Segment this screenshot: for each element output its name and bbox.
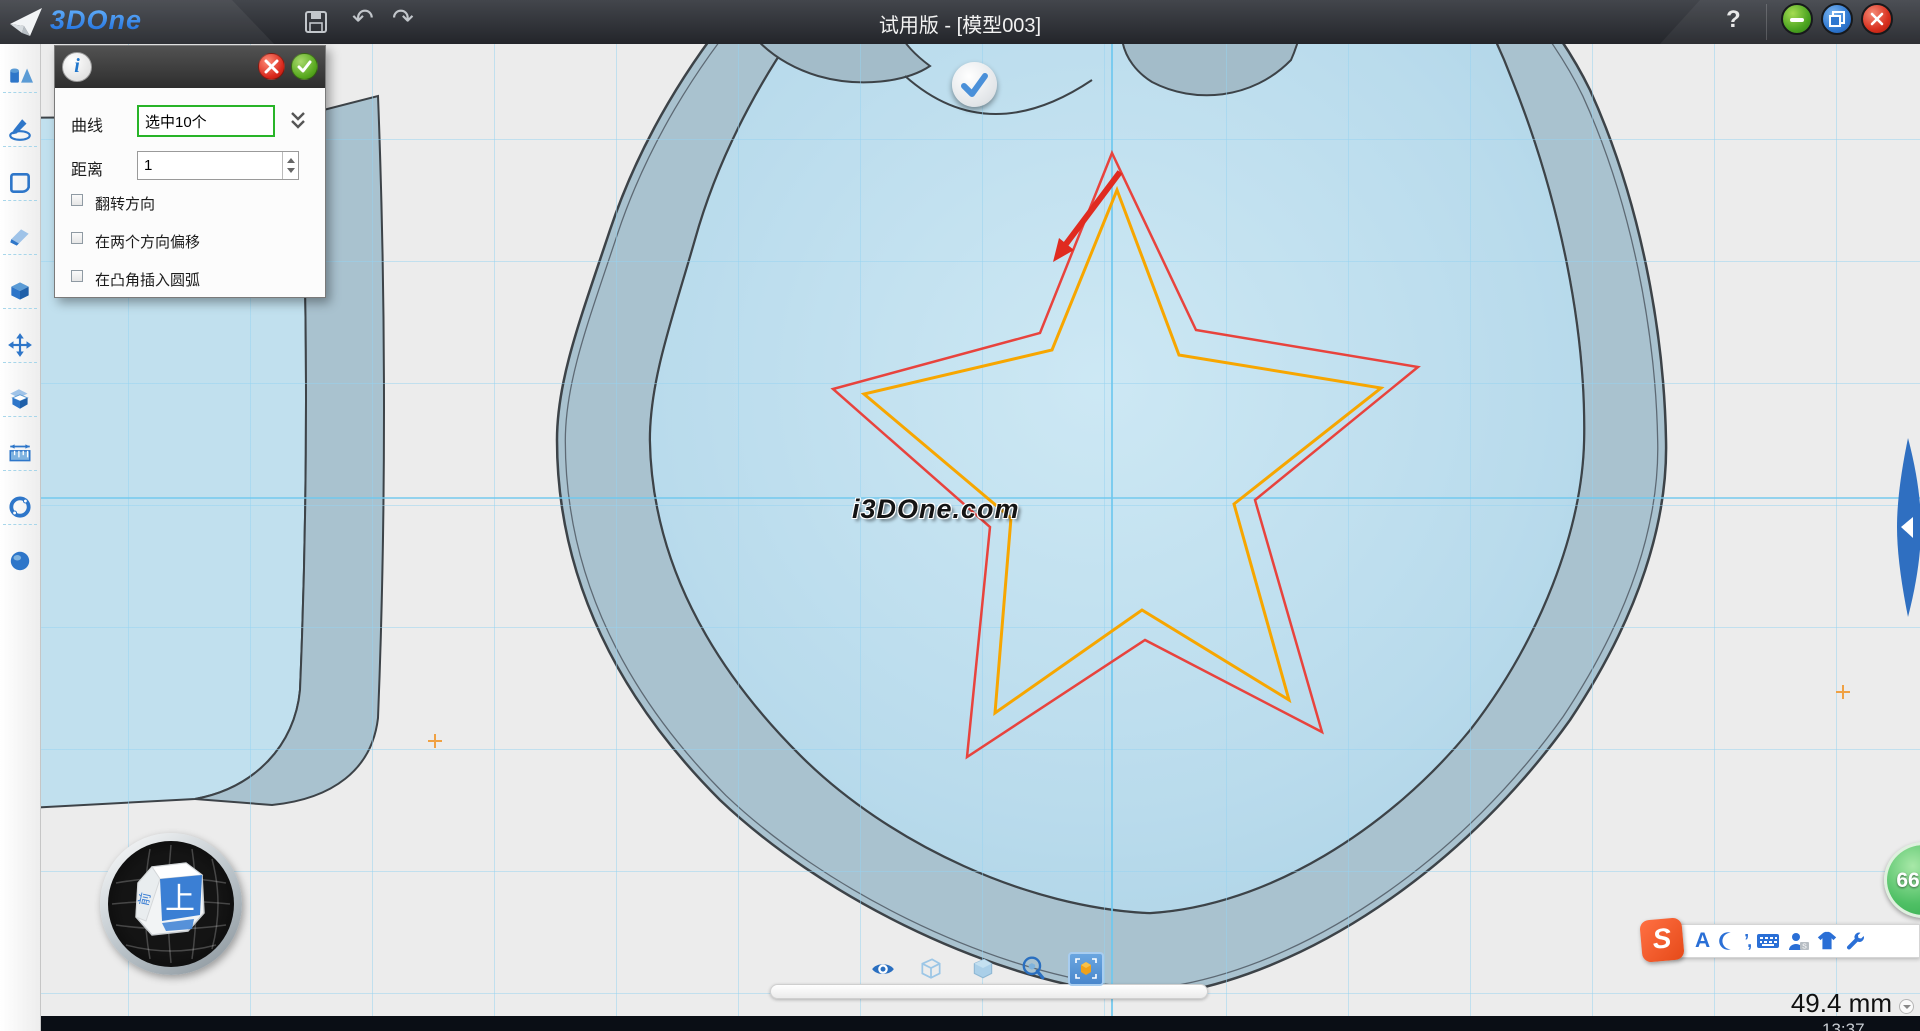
visibility-eye-icon[interactable] [870,955,896,981]
navcube-cube[interactable]: 上 前 [122,855,220,953]
offset-both-directions-checkbox[interactable] [71,232,83,244]
ime-toolbar: A ’, S [1666,924,1920,958]
ime-logo[interactable]: S [1639,917,1685,963]
flip-direction-checkbox[interactable] [71,194,83,206]
flip-direction-label: 翻转方向 [95,193,155,214]
bottom-handle-bar[interactable] [770,984,1208,999]
ime-keyboard-icon[interactable] [1756,930,1780,952]
close-button[interactable] [1861,3,1893,35]
toolbar-divider [3,254,37,255]
toolbar-divider [3,146,37,147]
window-title: 试用版 - [模型003] [0,9,1920,38]
offset-both-directions-label: 在两个方向偏移 [95,231,200,252]
curve-label: 曲线 [71,112,103,136]
toolbar-divider [3,470,37,471]
close-icon [1867,9,1887,29]
ime-mode-letter[interactable]: A [1695,929,1710,953]
offset-direction-arrow [1066,172,1120,244]
render-mode-icon [1070,954,1102,984]
os-taskbar[interactable]: 13:37 [0,1016,1920,1031]
badge-value: 66 [1891,869,1920,893]
watermark: i3DOne.com [852,494,1020,525]
close-icon [264,59,279,74]
toolbar-divider [3,200,37,201]
insert-arc-checkbox[interactable] [71,270,83,282]
wireframe-cube-icon[interactable] [918,955,944,981]
distance-stepper[interactable] [282,152,299,179]
toolbar-divider [3,308,37,309]
navigation-cube[interactable]: 上 前 [100,833,242,975]
toolbar-divider [3,524,37,525]
maximize-icon [1827,9,1847,29]
navcube-background: 上 前 [108,841,234,967]
grid-plus-marker [428,685,1850,748]
expand-chevron-icon[interactable] [289,109,307,133]
titlebar-separator [1766,4,1767,40]
edit-sketch-icon[interactable] [7,170,33,196]
confirm-check-button[interactable] [952,62,997,107]
svg-text:S: S [1802,944,1807,951]
move-icon[interactable] [7,332,33,358]
check-icon [297,59,312,74]
dimension-unit-dropdown[interactable] [1899,999,1914,1014]
toolbar-divider [3,416,37,417]
navcube-top-label: 上 [165,883,195,916]
dimension-icon[interactable] [7,440,33,466]
offset-curve-dialog: i 曲线 距离 翻转方向 [54,45,326,298]
material-sphere-icon[interactable] [7,548,33,574]
maximize-button[interactable] [1821,3,1853,35]
render-mode-button[interactable] [1068,952,1104,986]
insert-arc-label: 在凸角插入圆弧 [95,269,200,290]
toolbar-divider [3,92,37,93]
ime-moon-icon[interactable] [1716,930,1738,952]
minimize-icon [1787,9,1807,29]
toolbar-divider [3,362,37,363]
minimize-button[interactable] [1781,3,1813,35]
ime-punctuation-toggle[interactable]: ’, [1744,931,1750,952]
dialog-cancel-button[interactable] [258,53,285,80]
dimension-readout[interactable]: 49.4 mm [1750,988,1892,1019]
offset-star-red[interactable] [833,153,1418,757]
curve-input[interactable] [137,105,275,137]
taskbar-clock: 13:37 [1822,1020,1865,1031]
constraint-ring-icon[interactable] [7,494,33,520]
help-button[interactable]: ? [1726,6,1741,34]
distance-label: 距离 [71,156,103,180]
dialog-confirm-button[interactable] [291,53,318,80]
special-features-icon[interactable] [7,386,33,412]
ime-settings-wrench-icon[interactable] [1844,930,1866,952]
primitives-icon[interactable] [7,62,33,88]
sketch-icon[interactable] [7,116,33,142]
check-icon [952,62,997,107]
info-icon[interactable]: i [62,52,92,82]
shaded-cube-icon[interactable] [970,955,996,981]
eraser-icon[interactable] [7,224,33,250]
ime-skin-tshirt-icon[interactable] [1816,930,1838,952]
source-star-orange[interactable] [864,190,1381,713]
solid-cube-icon[interactable] [7,278,33,304]
ime-user-icon[interactable]: S [1786,930,1810,952]
titlebar: 3DOne ↶ ↷ 试用版 - [模型003] ? [0,0,1920,44]
app-window: i3DOne.com i 曲线 [0,0,1920,1031]
slideout-panel-tab[interactable] [1890,430,1920,625]
distance-input[interactable] [137,151,299,180]
sidebar-toolbar [0,44,41,1031]
zoom-cube-icon[interactable] [1020,955,1046,981]
dialog-header[interactable]: i [55,46,325,88]
